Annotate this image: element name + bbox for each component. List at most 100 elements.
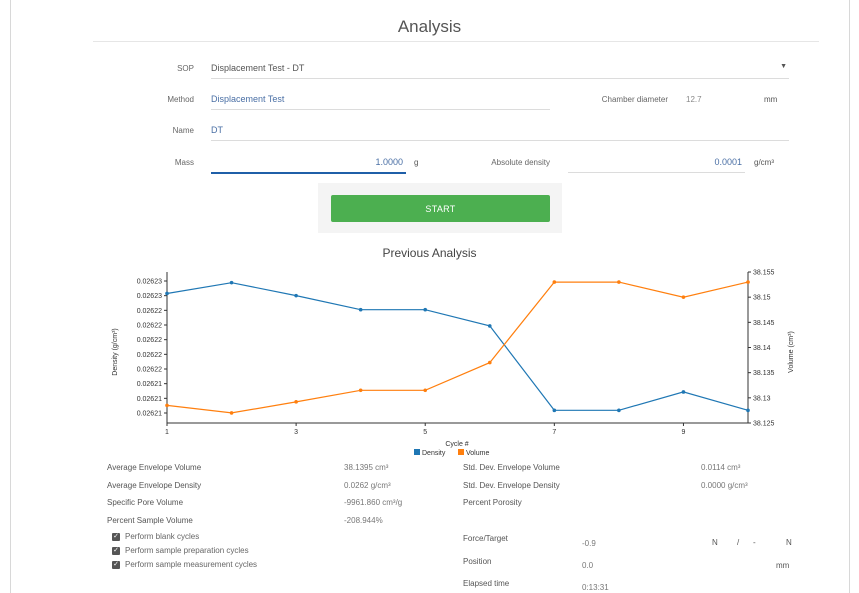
- volume-series-line: [166, 281, 749, 414]
- stat-value: -208.944%: [344, 515, 383, 525]
- x-tick-label: 7: [552, 429, 556, 436]
- absolute-density-unit: g/cm³: [754, 158, 774, 167]
- previous-analysis-chart: 0.02623 0.02623 0.02622 0.02622 0.02622 0.026…: [112, 270, 795, 458]
- force-target-value: -: [753, 538, 756, 547]
- density-data-point: [294, 293, 298, 298]
- checkbox-checked-icon[interactable]: ✓: [112, 532, 120, 541]
- chamber-diameter-unit: mm: [764, 95, 778, 104]
- force-value: -0.9: [582, 539, 596, 548]
- checkbox-row[interactable]: ✓ Perform sample preparation cycles: [112, 546, 249, 555]
- y-left-tick-label: 0.02622: [137, 308, 162, 315]
- y-left-tick-label: 0.02622: [137, 337, 162, 344]
- y-axis-left-label: Density (g/cm³): [112, 328, 119, 375]
- x-tick-label: 3: [294, 429, 298, 436]
- x-tick-label: 5: [423, 429, 427, 436]
- checkbox-checked-icon[interactable]: ✓: [112, 560, 120, 569]
- absolute-density-underline: [568, 172, 745, 173]
- checkbox-row[interactable]: ✓ Perform blank cycles: [112, 532, 199, 541]
- stat-value: 38.1395 cm³: [344, 463, 389, 472]
- volume-data-point: [165, 403, 169, 408]
- y-axis-right-label: Volume (cm³): [788, 331, 795, 373]
- volume-legend-label: Volume: [466, 450, 489, 457]
- y-left-tick-label: 0.02621: [137, 381, 162, 388]
- volume-data-point: [487, 360, 492, 365]
- name-label: Name: [172, 126, 194, 135]
- checkbox-label: Perform blank cycles: [125, 532, 200, 541]
- elapsed-time-label: Elapsed time: [463, 579, 510, 588]
- mass-underline: [211, 172, 406, 174]
- checkbox-checked-icon[interactable]: ✓: [112, 546, 120, 555]
- x-axis-label: Cycle #: [445, 441, 468, 448]
- chevron-down-icon[interactable]: ▼: [780, 63, 787, 70]
- sop-underline: [211, 78, 789, 79]
- force-target-label: Force/Target: [463, 534, 508, 543]
- checkbox-label: Perform sample measurement cycles: [125, 560, 258, 569]
- y-left-tick-label: 0.02622: [137, 323, 162, 330]
- density-data-point: [165, 291, 169, 296]
- name-value: DT: [211, 125, 223, 135]
- absolute-density-field[interactable]: 0.0001: [568, 154, 745, 173]
- stat-label: Std. Dev. Envelope Volume: [463, 463, 560, 472]
- method-value: Displacement Test: [211, 94, 285, 104]
- stat-value: -9961.860 cm³/g: [344, 498, 403, 507]
- mass-field[interactable]: 1.0000: [211, 154, 406, 174]
- y-right-tick-label: 38.135: [753, 370, 775, 377]
- density-data-point: [487, 324, 492, 328]
- previous-analysis-title: Previous Analysis: [382, 246, 477, 260]
- y-right-tick-label: 38.125: [753, 421, 775, 428]
- density-data-point: [681, 390, 686, 394]
- title-divider: [93, 41, 819, 42]
- volume-data-point: [229, 411, 234, 415]
- position-label: Position: [463, 557, 492, 566]
- density-data-point: [746, 408, 750, 413]
- volume-data-point: [358, 388, 363, 393]
- density-data-point: [423, 307, 428, 312]
- method-field[interactable]: Displacement Test: [211, 91, 550, 110]
- force-target-unit: N: [786, 538, 792, 547]
- start-button[interactable]: START: [331, 195, 550, 222]
- elapsed-time-value: 0:13:31: [582, 583, 609, 592]
- mass-label: Mass: [174, 158, 194, 167]
- y-left-tick-label: 0.02623: [137, 293, 162, 300]
- density-data-point: [552, 408, 557, 413]
- checkbox-row[interactable]: ✓ Perform sample measurement cycles: [112, 560, 257, 569]
- density-legend-label: Density: [422, 450, 446, 457]
- position-value: 0.0: [582, 561, 594, 570]
- method-label: Method: [167, 95, 194, 104]
- density-legend-swatch: [414, 449, 420, 455]
- density-data-point: [617, 408, 621, 413]
- y-left-tick-label: 0.02622: [137, 367, 162, 374]
- y-right-tick-label: 38.155: [753, 270, 775, 277]
- stat-label: Average Envelope Density: [107, 480, 202, 490]
- name-underline: [211, 140, 789, 141]
- density-data-point: [229, 280, 234, 285]
- stat-label: Percent Porosity: [463, 498, 522, 507]
- y-left-tick-label: 0.02621: [137, 411, 162, 418]
- x-tick-label: 1: [165, 429, 169, 436]
- sop-value: Displacement Test - DT: [211, 63, 305, 73]
- volume-data-point: [552, 280, 557, 284]
- name-field[interactable]: DT: [211, 122, 789, 141]
- sop-select[interactable]: Displacement Test - DT ▼: [211, 60, 789, 79]
- volume-data-point: [746, 280, 750, 284]
- stat-label: Percent Sample Volume: [107, 515, 193, 525]
- mass-value: 1.0000: [375, 157, 403, 167]
- volume-data-point: [294, 400, 298, 404]
- chamber-diameter-label: Chamber diameter: [601, 95, 668, 104]
- y-right-tick-label: 38.145: [753, 320, 775, 327]
- force-separator: /: [737, 538, 740, 547]
- y-right-tick-label: 38.13: [753, 395, 771, 402]
- absolute-density-label: Absolute density: [491, 158, 550, 167]
- y-left-tick-label: 0.02621: [137, 396, 162, 403]
- force-unit: N: [712, 538, 718, 547]
- volume-data-point: [423, 388, 428, 393]
- y-left-tick-label: 0.02623: [137, 279, 162, 286]
- stat-value: 0.0000 g/cm³: [701, 480, 748, 490]
- mass-unit: g: [414, 158, 419, 167]
- volume-legend-swatch: [458, 449, 464, 455]
- density-series-line: [166, 282, 749, 411]
- stat-label: Std. Dev. Envelope Density: [463, 480, 560, 490]
- y-left-tick-label: 0.02622: [137, 352, 162, 359]
- volume-data-point: [681, 295, 686, 299]
- checkbox-label: Perform sample preparation cycles: [125, 546, 249, 555]
